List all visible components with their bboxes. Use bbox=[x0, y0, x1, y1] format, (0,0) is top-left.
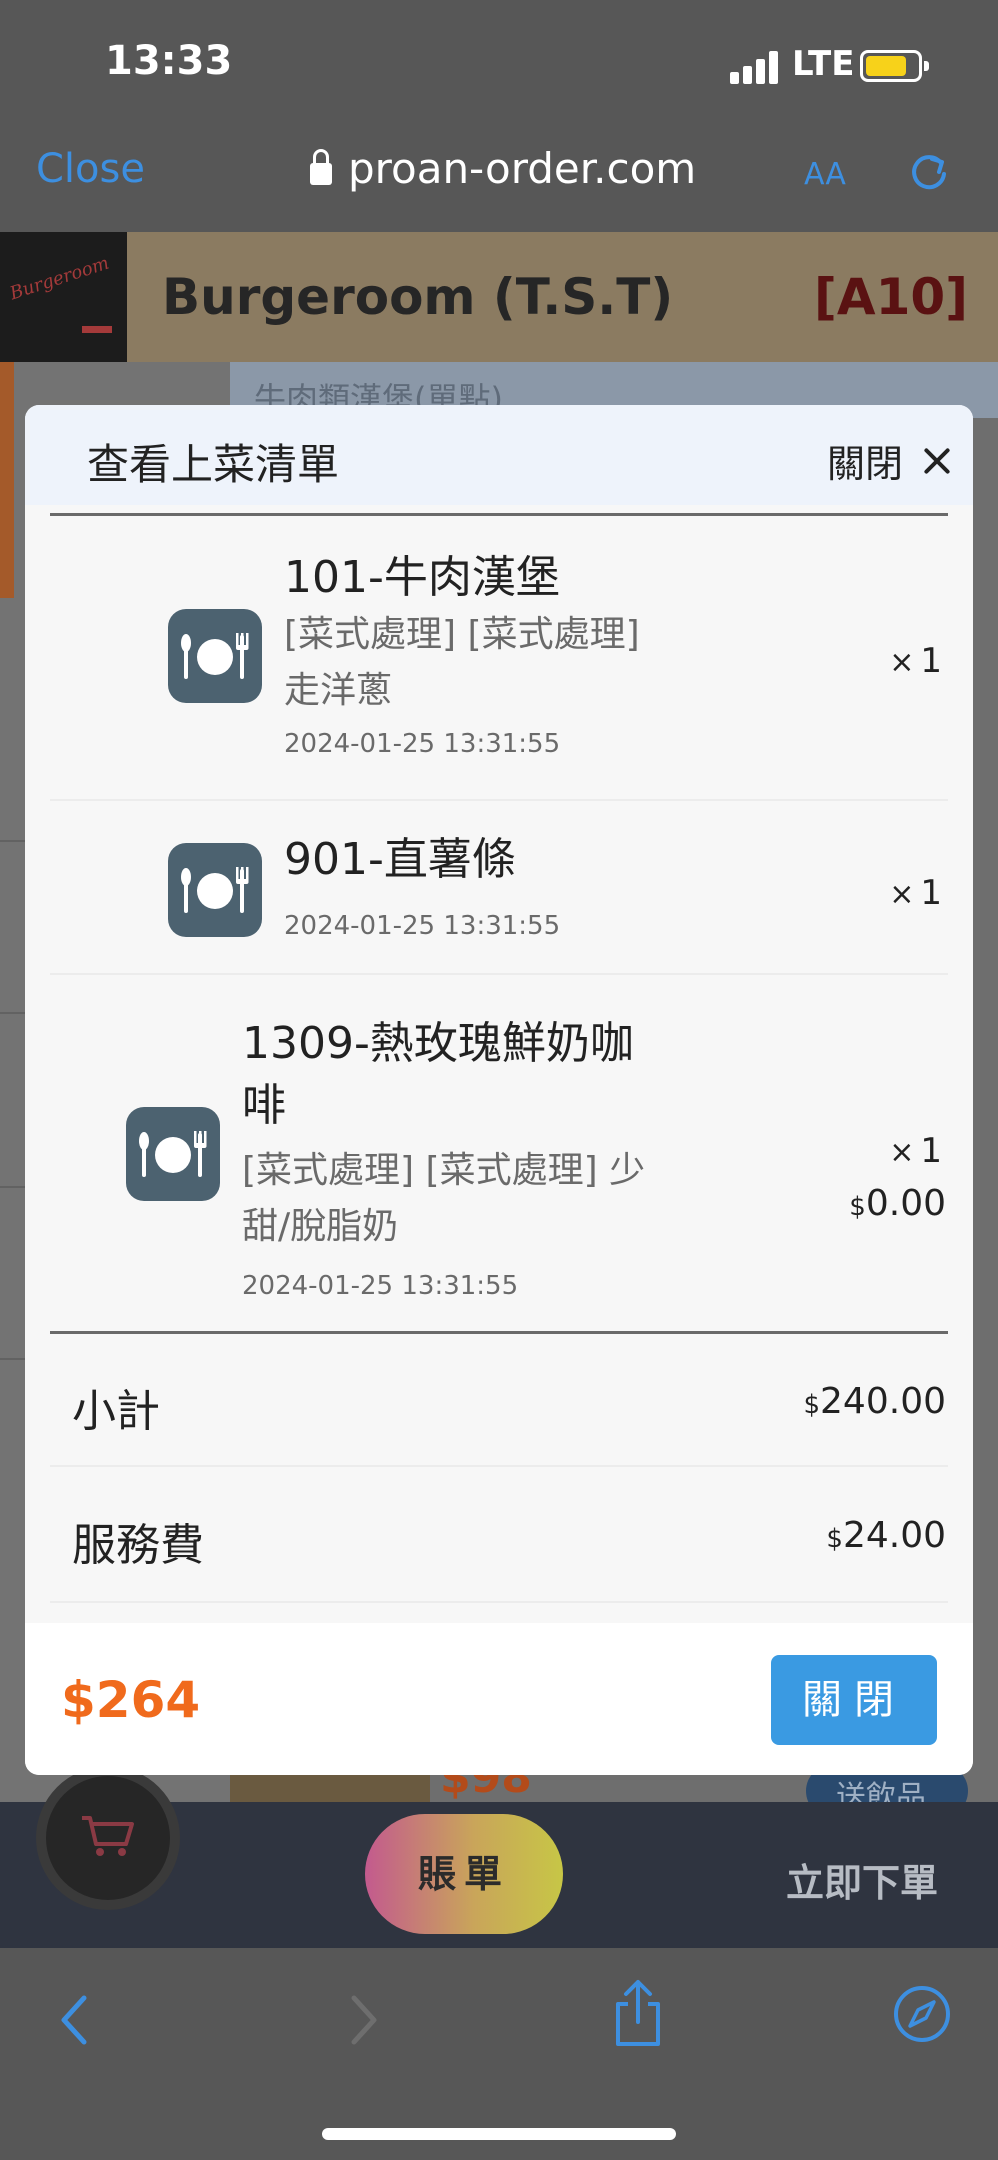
item-name: 101-牛肉漢堡 bbox=[284, 552, 560, 603]
plate-cutlery-glyph bbox=[181, 633, 249, 679]
item-timestamp: 2024-01-25 13:31:55 bbox=[242, 1271, 519, 1301]
currency-symbol: $ bbox=[803, 1390, 821, 1420]
logo-script: Burgeroom bbox=[7, 252, 112, 305]
service-charge-row: 服務費 $24.00 bbox=[50, 1469, 948, 1599]
logo-bar bbox=[82, 326, 112, 333]
item-name: 1309-熱玫瑰鮮奶咖 bbox=[242, 1018, 634, 1069]
item-note: [菜式處理] [菜式處理] 少 bbox=[242, 1150, 646, 1191]
table-number: [A10] bbox=[814, 268, 968, 326]
item-quantity: × 1 bbox=[889, 873, 942, 913]
price-value: 0.00 bbox=[865, 1183, 946, 1224]
order-action-bar: 賬單 立即下單 bbox=[0, 1776, 998, 1948]
status-bar: 13:33 LTE bbox=[0, 0, 998, 120]
quantity-prefix: × bbox=[889, 645, 915, 680]
summary-divider bbox=[50, 1465, 948, 1467]
bill-button[interactable]: 賬單 bbox=[365, 1814, 563, 1934]
url-text: proan-order.com bbox=[348, 144, 697, 193]
service-charge-amount: 24.00 bbox=[842, 1515, 946, 1556]
currency-symbol: $ bbox=[849, 1192, 866, 1222]
item-note: [菜式處理] [菜式處理] bbox=[284, 614, 640, 655]
list-bottom-divider bbox=[50, 1331, 948, 1334]
quantity-prefix: × bbox=[889, 1135, 915, 1170]
item-note: 走洋蔥 bbox=[284, 670, 393, 711]
cellular-signal-icon bbox=[730, 50, 780, 84]
summary-divider bbox=[50, 1601, 948, 1603]
item-note: 甜/脫脂奶 bbox=[242, 1206, 399, 1247]
subtotal-amount: 240.00 bbox=[820, 1381, 946, 1422]
cart-icon bbox=[82, 1816, 134, 1856]
service-charge-label: 服務費 bbox=[72, 1520, 204, 1571]
order-now-button[interactable]: 立即下單 bbox=[786, 1852, 938, 1907]
back-icon[interactable] bbox=[52, 1990, 98, 2050]
compass-icon[interactable] bbox=[892, 1984, 952, 2044]
dish-icon bbox=[168, 843, 262, 937]
item-name-continued: 啡 bbox=[242, 1080, 286, 1131]
modal-header: 查看上菜清單 關閉 bbox=[25, 405, 973, 505]
cart-button[interactable] bbox=[46, 1776, 170, 1900]
battery-icon bbox=[860, 50, 929, 82]
store-logo: Burgeroom bbox=[0, 232, 127, 362]
close-icon bbox=[923, 447, 951, 475]
reload-icon[interactable] bbox=[908, 150, 950, 192]
served-items-modal: 查看上菜清單 關閉 101-牛肉漢堡 [菜式處理] [菜式處理] 走洋蔥 202… bbox=[25, 405, 973, 1775]
item-price: $0.00 bbox=[849, 1183, 946, 1224]
list-top-divider bbox=[50, 513, 948, 516]
item-timestamp: 2024-01-25 13:31:55 bbox=[284, 911, 561, 941]
dish-icon bbox=[168, 609, 262, 703]
modal-title: 查看上菜清單 bbox=[87, 440, 340, 489]
item-thumbnail bbox=[230, 1772, 430, 1802]
text-size-label: AA bbox=[804, 157, 846, 192]
list-item: 1309-熱玫瑰鮮奶咖 啡 [菜式處理] [菜式處理] 少 甜/脫脂奶 2024… bbox=[50, 975, 948, 1301]
quantity-value: 1 bbox=[920, 873, 942, 913]
store-header: Burgeroom Burgeroom (T.S.T) [A10] bbox=[0, 232, 998, 362]
order-total: $264 bbox=[61, 1671, 201, 1729]
browser-toolbar bbox=[0, 1948, 998, 2160]
quantity-value: 1 bbox=[920, 641, 942, 681]
lock-icon bbox=[310, 148, 332, 185]
modal-close-top-label: 關閉 bbox=[826, 442, 903, 486]
quantity-value: 1 bbox=[920, 1131, 942, 1171]
text-size-button[interactable]: AA bbox=[804, 148, 846, 194]
close-button[interactable]: 關閉 bbox=[771, 1655, 937, 1745]
share-icon[interactable] bbox=[610, 1978, 666, 2050]
network-type: LTE bbox=[792, 44, 855, 84]
item-name: 901-直薯條 bbox=[284, 834, 516, 885]
store-name: Burgeroom (T.S.T) bbox=[162, 268, 674, 326]
browser-url-bar: Close proan-order.com AA bbox=[0, 120, 998, 232]
home-indicator bbox=[322, 2128, 676, 2140]
item-quantity: × 1 bbox=[889, 1131, 942, 1171]
forward-icon bbox=[351, 1995, 377, 2045]
subtotal-value: $240.00 bbox=[803, 1381, 946, 1422]
list-item: 901-直薯條 2024-01-25 13:31:55 × 1 bbox=[50, 801, 948, 977]
list-item: 101-牛肉漢堡 [菜式處理] [菜式處理] 走洋蔥 2024-01-25 13… bbox=[50, 517, 948, 759]
plate-cutlery-glyph bbox=[139, 1131, 207, 1177]
item-quantity: × 1 bbox=[889, 641, 942, 681]
subtotal-label: 小計 bbox=[72, 1386, 160, 1437]
status-time: 13:33 bbox=[105, 38, 233, 84]
modal-footer: $264 關閉 bbox=[25, 1623, 973, 1775]
subtotal-row: 小計 $240.00 bbox=[50, 1335, 948, 1465]
dish-icon bbox=[126, 1107, 220, 1201]
browser-close-button[interactable]: Close bbox=[36, 146, 145, 192]
plate-cutlery-glyph bbox=[181, 867, 249, 913]
item-timestamp: 2024-01-25 13:31:55 bbox=[284, 729, 561, 759]
service-charge-value: $24.00 bbox=[826, 1515, 946, 1556]
address-field[interactable]: proan-order.com bbox=[310, 144, 696, 193]
modal-close-top-button[interactable]: 關閉 bbox=[827, 433, 951, 488]
sidebar-active-marker bbox=[0, 362, 14, 598]
currency-symbol: $ bbox=[826, 1524, 843, 1554]
battery-level bbox=[866, 56, 906, 76]
quantity-prefix: × bbox=[889, 877, 915, 912]
